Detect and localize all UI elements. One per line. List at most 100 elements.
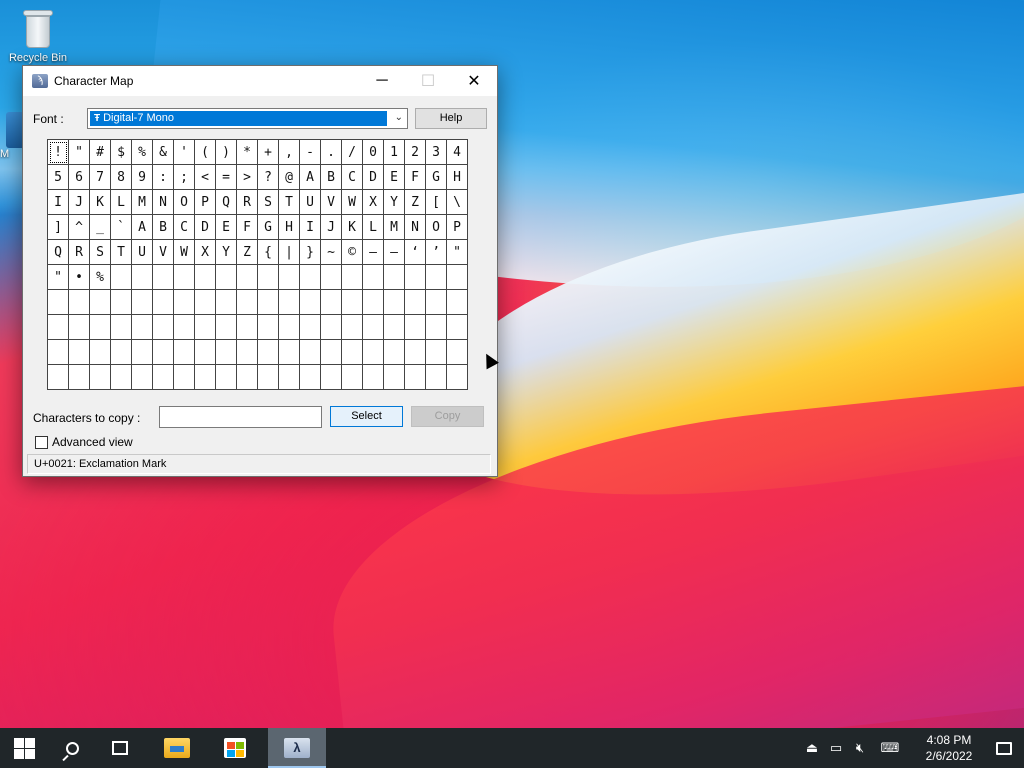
character-cell[interactable]: # bbox=[90, 140, 111, 165]
character-cell[interactable]: 8 bbox=[111, 165, 132, 190]
character-cell[interactable]: L bbox=[363, 215, 384, 240]
character-cell[interactable] bbox=[321, 365, 342, 390]
start-button[interactable] bbox=[0, 728, 48, 768]
character-cell[interactable] bbox=[405, 340, 426, 365]
character-cell[interactable]: * bbox=[237, 140, 258, 165]
character-cell[interactable]: Y bbox=[216, 240, 237, 265]
character-cell[interactable]: J bbox=[69, 190, 90, 215]
character-cell[interactable] bbox=[48, 290, 69, 315]
character-cell[interactable]: + bbox=[258, 140, 279, 165]
character-cell[interactable] bbox=[300, 265, 321, 290]
character-cell[interactable] bbox=[174, 315, 195, 340]
character-cell[interactable]: " bbox=[69, 140, 90, 165]
character-cell[interactable] bbox=[132, 340, 153, 365]
character-cell[interactable]: @ bbox=[279, 165, 300, 190]
character-cell[interactable] bbox=[132, 315, 153, 340]
title-bar[interactable]: ϡ Character Map ─ ☐ ✕ bbox=[23, 66, 497, 96]
character-cell[interactable]: ; bbox=[174, 165, 195, 190]
character-cell[interactable]: } bbox=[300, 240, 321, 265]
character-cell[interactable]: 9 bbox=[132, 165, 153, 190]
character-cell[interactable]: V bbox=[321, 190, 342, 215]
character-cell[interactable] bbox=[195, 265, 216, 290]
character-cell[interactable] bbox=[426, 265, 447, 290]
character-cell[interactable] bbox=[342, 315, 363, 340]
character-cell[interactable]: % bbox=[90, 265, 111, 290]
character-cell[interactable]: 6 bbox=[69, 165, 90, 190]
chevron-down-icon[interactable]: ⌄ bbox=[395, 112, 403, 123]
character-cell[interactable] bbox=[384, 265, 405, 290]
character-cell[interactable] bbox=[237, 340, 258, 365]
character-cell[interactable] bbox=[363, 265, 384, 290]
character-cell[interactable]: Y bbox=[384, 190, 405, 215]
character-cell[interactable] bbox=[90, 365, 111, 390]
character-cell[interactable]: Q bbox=[216, 190, 237, 215]
character-cell[interactable]: 4 bbox=[447, 140, 468, 165]
character-map-button[interactable]: λ bbox=[268, 728, 326, 768]
character-cell[interactable] bbox=[195, 290, 216, 315]
character-cell[interactable]: ' bbox=[174, 140, 195, 165]
help-button[interactable]: Help bbox=[415, 108, 487, 129]
character-cell[interactable]: B bbox=[321, 165, 342, 190]
character-cell[interactable] bbox=[363, 290, 384, 315]
character-cell[interactable]: ~ bbox=[321, 240, 342, 265]
character-cell[interactable]: X bbox=[195, 240, 216, 265]
character-cell[interactable]: F bbox=[237, 215, 258, 240]
character-cell[interactable]: B bbox=[153, 215, 174, 240]
character-cell[interactable]: – bbox=[363, 240, 384, 265]
character-cell[interactable] bbox=[258, 315, 279, 340]
character-cell[interactable] bbox=[48, 315, 69, 340]
character-cell[interactable] bbox=[132, 290, 153, 315]
advanced-view-checkbox[interactable] bbox=[35, 435, 48, 449]
character-cell[interactable]: ! bbox=[48, 140, 69, 165]
character-cell[interactable]: ) bbox=[216, 140, 237, 165]
character-cell[interactable]: P bbox=[195, 190, 216, 215]
character-cell[interactable] bbox=[426, 340, 447, 365]
character-cell[interactable]: J bbox=[321, 215, 342, 240]
character-cell[interactable]: ` bbox=[111, 215, 132, 240]
character-cell[interactable]: | bbox=[279, 240, 300, 265]
character-cell[interactable] bbox=[279, 290, 300, 315]
character-cell[interactable] bbox=[447, 290, 468, 315]
character-cell[interactable]: O bbox=[426, 215, 447, 240]
character-cell[interactable] bbox=[237, 315, 258, 340]
character-cell[interactable] bbox=[174, 340, 195, 365]
character-cell[interactable]: H bbox=[447, 165, 468, 190]
character-cell[interactable]: 2 bbox=[405, 140, 426, 165]
character-cell[interactable] bbox=[153, 315, 174, 340]
minimize-button[interactable]: ─ bbox=[359, 66, 405, 96]
character-cell[interactable] bbox=[447, 340, 468, 365]
character-cell[interactable] bbox=[363, 365, 384, 390]
notifications-button[interactable] bbox=[984, 728, 1024, 768]
character-cell[interactable]: N bbox=[153, 190, 174, 215]
character-cell[interactable] bbox=[321, 315, 342, 340]
character-cell[interactable]: ^ bbox=[69, 215, 90, 240]
character-cell[interactable]: 1 bbox=[384, 140, 405, 165]
character-cell[interactable] bbox=[426, 315, 447, 340]
character-cell[interactable] bbox=[321, 290, 342, 315]
character-cell[interactable]: Z bbox=[405, 190, 426, 215]
character-cell[interactable]: ’ bbox=[426, 240, 447, 265]
volume-muted-icon[interactable]: 🔇︎ bbox=[848, 740, 872, 756]
task-view-button[interactable] bbox=[96, 728, 144, 768]
character-cell[interactable] bbox=[258, 265, 279, 290]
character-cell[interactable]: " bbox=[447, 240, 468, 265]
character-cell[interactable]: I bbox=[300, 215, 321, 240]
character-cell[interactable]: K bbox=[90, 190, 111, 215]
character-cell[interactable] bbox=[153, 365, 174, 390]
character-cell[interactable] bbox=[111, 290, 132, 315]
character-cell[interactable]: ] bbox=[48, 215, 69, 240]
character-cell[interactable]: [ bbox=[426, 190, 447, 215]
character-cell[interactable] bbox=[447, 365, 468, 390]
character-cell[interactable]: N bbox=[405, 215, 426, 240]
character-cell[interactable]: G bbox=[258, 215, 279, 240]
character-cell[interactable] bbox=[384, 290, 405, 315]
character-cell[interactable]: F bbox=[405, 165, 426, 190]
character-cell[interactable] bbox=[216, 315, 237, 340]
character-cell[interactable] bbox=[300, 290, 321, 315]
character-cell[interactable]: ( bbox=[195, 140, 216, 165]
character-cell[interactable]: . bbox=[321, 140, 342, 165]
character-cell[interactable] bbox=[363, 315, 384, 340]
character-cell[interactable] bbox=[279, 340, 300, 365]
character-cell[interactable] bbox=[174, 365, 195, 390]
character-cell[interactable] bbox=[426, 290, 447, 315]
